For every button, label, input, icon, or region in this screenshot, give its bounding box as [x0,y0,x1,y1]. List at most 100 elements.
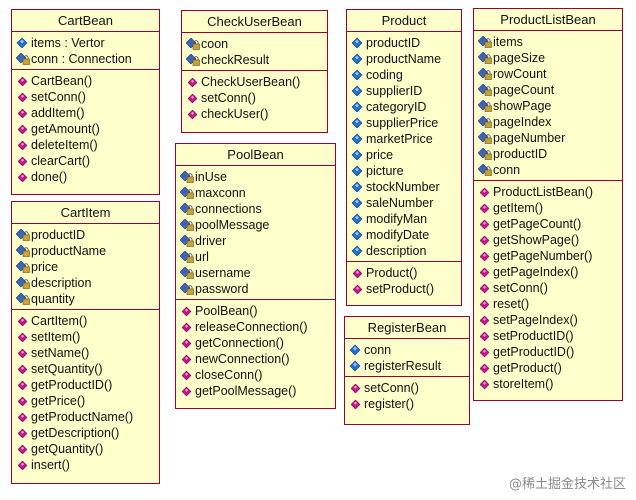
method-row: storeItem() [474,376,622,392]
attribute-label: coon [201,37,229,51]
attribute-label: items : Vertor [31,36,105,50]
method-icon [182,339,191,348]
public-attribute-icon [351,181,363,193]
private-attribute-icon [180,219,194,231]
method-row: setProduct() [347,281,461,297]
class-box-product: Product productID productName coding suppli… [346,9,462,306]
method-row: getProductID() [474,344,622,360]
attribute-label: saleNumber [366,196,434,210]
attribute-row: saleNumber [347,195,461,211]
method-row: setConn() [182,90,327,106]
attribute-label: checkResult [201,53,270,67]
method-row: closeConn() [176,367,335,383]
method-row: setPageIndex() [474,312,622,328]
method-row: getPageCount() [474,216,622,232]
method-icon [480,252,489,261]
method-label: register() [364,397,415,411]
private-attribute-icon [180,283,194,295]
attribute-row: showPage [474,98,622,114]
private-attribute-icon [186,54,200,66]
attribute-row: modifyMan [347,211,461,227]
method-icon [18,349,27,358]
attribute-label: modifyMan [366,212,428,226]
method-icon [480,188,489,197]
attribute-label: quantity [31,292,75,306]
method-row: reset() [474,296,622,312]
class-box-checkuserbean: CheckUserBean coon checkResult CheckUserB… [181,10,328,133]
public-attribute-icon [351,133,363,145]
method-label: CartItem() [31,314,88,328]
private-attribute-icon [478,100,492,112]
method-row: CartItem() [12,313,159,329]
private-attribute-icon [186,38,200,50]
attribute-row: description [12,275,159,291]
class-name: CartBean [12,10,159,32]
private-attribute-icon [16,245,30,257]
method-icon [18,125,27,134]
private-attribute-icon [478,148,492,160]
attribute-section: items pageSize rowCount pageCount showPage pa… [474,31,622,181]
method-icon [18,77,27,86]
attribute-label: maxconn [195,186,246,200]
class-name: ProductListBean [474,9,622,31]
method-label: getPageIndex() [493,265,579,279]
attribute-row: pageCount [474,82,622,98]
method-label: getAmount() [31,122,100,136]
method-label: clearCart() [31,154,91,168]
private-attribute-icon [16,261,30,273]
attribute-row: checkResult [182,52,327,68]
method-row: getProductID() [12,377,159,393]
class-name: CartItem [12,202,159,224]
method-row: addItem() [12,105,159,121]
method-icon [18,317,27,326]
method-label: ProductListBean() [493,185,594,199]
attribute-label: rowCount [493,67,547,81]
private-attribute-icon [16,53,30,65]
method-row: PoolBean() [176,303,335,319]
method-label: setConn() [493,281,548,295]
attribute-row: coon [182,36,327,52]
method-section: Product() setProduct() [347,262,461,299]
public-attribute-icon [351,101,363,113]
attribute-row: url [176,249,335,265]
method-label: getQuantity() [31,442,104,456]
attribute-row: maxconn [176,185,335,201]
attribute-row: driver [176,233,335,249]
method-label: PoolBean() [195,304,258,318]
attribute-row: picture [347,163,461,179]
class-name: RegisterBean [345,317,469,339]
method-icon [18,445,27,454]
class-box-cartitem: CartItem productID productName price descri… [11,201,160,484]
method-icon [480,268,489,277]
attribute-label: description [366,244,427,258]
attribute-row: registerResult [345,358,469,374]
attribute-label: conn [493,163,521,177]
attribute-label: productName [31,244,107,258]
attribute-row: productID [474,146,622,162]
private-attribute-icon [478,84,492,96]
attribute-section: items : Vertor conn : Connection [12,32,159,70]
method-icon [480,364,489,373]
method-row: getAmount() [12,121,159,137]
private-attribute-icon [180,203,194,215]
method-label: getPoolMessage() [195,384,297,398]
private-attribute-icon [478,68,492,80]
method-label: setName() [31,346,90,360]
attribute-row: price [347,147,461,163]
method-section: setConn() register() [345,377,469,414]
method-section: PoolBean() releaseConnection() getConnecti… [176,300,335,401]
method-label: setConn() [31,90,86,104]
class-box-poolbean: PoolBean inUse maxconn connections poolMess… [175,143,336,409]
method-label: reset() [493,297,530,311]
class-box-cartbean: CartBean items : Vertor conn : Connection… [11,9,160,195]
attribute-label: stockNumber [366,180,440,194]
method-row: Product() [347,265,461,281]
method-label: closeConn() [195,368,263,382]
attribute-section: productID productName coding supplierID cate… [347,32,461,262]
attribute-section: coon checkResult [182,33,327,71]
attribute-row: items : Vertor [12,35,159,51]
public-attribute-icon [351,165,363,177]
method-icon [18,173,27,182]
method-label: insert() [31,458,70,472]
method-label: setPageIndex() [493,313,578,327]
